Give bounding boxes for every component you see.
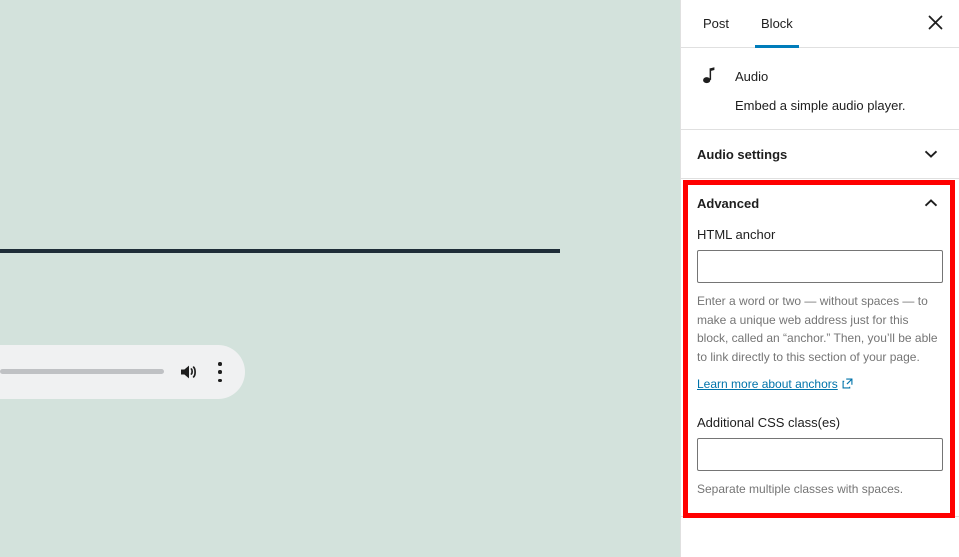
additional-css-classes-help-text: Separate multiple classes with spaces. [697,481,904,496]
learn-more-about-anchors-link[interactable]: Learn more about anchors [697,377,853,392]
panel-audio-settings-toggle[interactable]: Audio settings [681,130,959,178]
close-icon [928,15,943,33]
content-separator-rule [0,249,560,253]
tab-block[interactable]: Block [745,0,809,48]
external-link-icon [842,378,853,392]
panel-advanced-title: Advanced [697,195,760,211]
kebab-dot [218,370,222,374]
audio-note-icon [697,64,721,88]
tab-post[interactable]: Post [687,0,745,47]
additional-css-classes-input[interactable] [697,437,943,471]
block-title: Audio [735,68,769,84]
vertical-kebab-menu-icon[interactable] [212,360,228,384]
learn-more-link-label: Learn more about anchors [697,376,838,391]
sidebar-tabs: Post Block [681,0,959,48]
field-html-anchor: HTML anchor Enter a word or two — withou… [697,227,943,392]
panel-audio-settings: Audio settings [681,130,959,180]
audio-player[interactable] [0,345,245,399]
html-anchor-input[interactable] [697,250,943,284]
panel-advanced-toggle[interactable]: Advanced [681,179,959,227]
block-description: Embed a simple audio player. [735,98,906,113]
editor-canvas [0,0,680,557]
field-additional-css-classes: Additional CSS class(es) Separate multip… [697,415,943,499]
chevron-down-icon [919,142,943,166]
kebab-dot [218,378,222,382]
speaker-volume-icon[interactable] [178,361,200,383]
panel-audio-settings-title: Audio settings [697,146,788,162]
block-settings-sidebar: Post Block Audio Embed a simple audio pl… [680,0,959,557]
chevron-up-icon [919,191,943,215]
audio-progress-track [0,369,164,374]
audio-progress-bar[interactable] [0,369,164,375]
kebab-dot [218,362,222,366]
panel-advanced-body: HTML anchor Enter a word or two — withou… [681,227,959,516]
html-anchor-help-text: Enter a word or two — without spaces — t… [697,294,938,364]
block-info-card: Audio Embed a simple audio player. [681,48,959,131]
block-info-header: Audio [697,64,943,88]
html-anchor-label: HTML anchor [697,227,776,243]
panel-advanced: Advanced HTML anchor Enter a word or two… [681,179,959,518]
screen-root: Post Block Audio Embed a simple audio pl… [0,0,959,557]
close-sidebar-button[interactable] [919,8,951,40]
additional-css-classes-label: Additional CSS class(es) [697,414,841,430]
